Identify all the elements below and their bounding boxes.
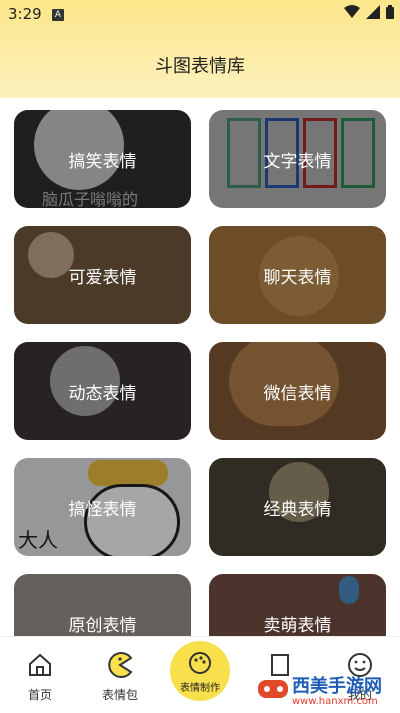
card-label: 微信表情 bbox=[263, 383, 332, 404]
signal-icon bbox=[366, 5, 380, 19]
sim-icon: A bbox=[52, 9, 64, 21]
wifi-icon bbox=[344, 5, 360, 18]
watermark: 西美手游网 www.hanxm.com bbox=[252, 668, 400, 712]
watermark-name: 西美手游网 bbox=[292, 676, 382, 697]
page-title: 斗图表情库 bbox=[155, 56, 245, 77]
card-chat[interactable]: 聊天表情 bbox=[209, 226, 386, 324]
card-silly[interactable]: 大人 搞怪表情 bbox=[14, 458, 191, 556]
nav-home[interactable]: 首页 bbox=[5, 651, 75, 703]
card-label: 搞怪表情 bbox=[68, 499, 137, 520]
palette-icon bbox=[189, 652, 211, 674]
watermark-url: www.hanxm.com bbox=[292, 696, 378, 707]
status-bar: 3:29 A bbox=[0, 0, 400, 28]
battery-icon bbox=[386, 5, 394, 19]
card-label: 动态表情 bbox=[68, 383, 137, 404]
card-label: 卖萌表情 bbox=[263, 615, 332, 636]
nav-make-label: 表情制作 bbox=[180, 683, 220, 694]
category-grid: 脑瓜子嗡嗡的 搞笑表情 文字表情 可爱表情 聊天表情 动态表情 微信表情 大人 … bbox=[14, 110, 386, 636]
nav-pack-label: 表情包 bbox=[101, 688, 138, 702]
card-label: 搞笑表情 bbox=[68, 151, 137, 172]
card-wechat[interactable]: 微信表情 bbox=[209, 342, 386, 440]
nav-home-label: 首页 bbox=[27, 688, 52, 702]
card-funny[interactable]: 脑瓜子嗡嗡的 搞笑表情 bbox=[14, 110, 191, 208]
card-label: 文字表情 bbox=[263, 151, 332, 172]
header-bar: 3:29 A 斗图表情库 bbox=[0, 0, 400, 98]
card-label: 原创表情 bbox=[68, 615, 137, 636]
pacman-icon bbox=[108, 652, 133, 678]
card-original[interactable]: 原创表情 bbox=[14, 574, 191, 636]
card-classic[interactable]: 经典表情 bbox=[209, 458, 386, 556]
card-cute[interactable]: 可爱表情 bbox=[14, 226, 191, 324]
card-label: 可爱表情 bbox=[68, 267, 137, 288]
card-adorable[interactable]: 卖萌表情 bbox=[209, 574, 386, 636]
card-label: 经典表情 bbox=[263, 499, 332, 520]
game-controller-icon bbox=[258, 680, 288, 698]
card-text[interactable]: 文字表情 bbox=[209, 110, 386, 208]
nav-make-button[interactable]: 表情制作 bbox=[170, 641, 230, 701]
card-label: 聊天表情 bbox=[263, 267, 332, 288]
nav-pack[interactable]: 表情包 bbox=[85, 651, 155, 703]
home-icon bbox=[29, 653, 51, 676]
status-time: 3:29 bbox=[8, 5, 42, 23]
card-animated[interactable]: 动态表情 bbox=[14, 342, 191, 440]
